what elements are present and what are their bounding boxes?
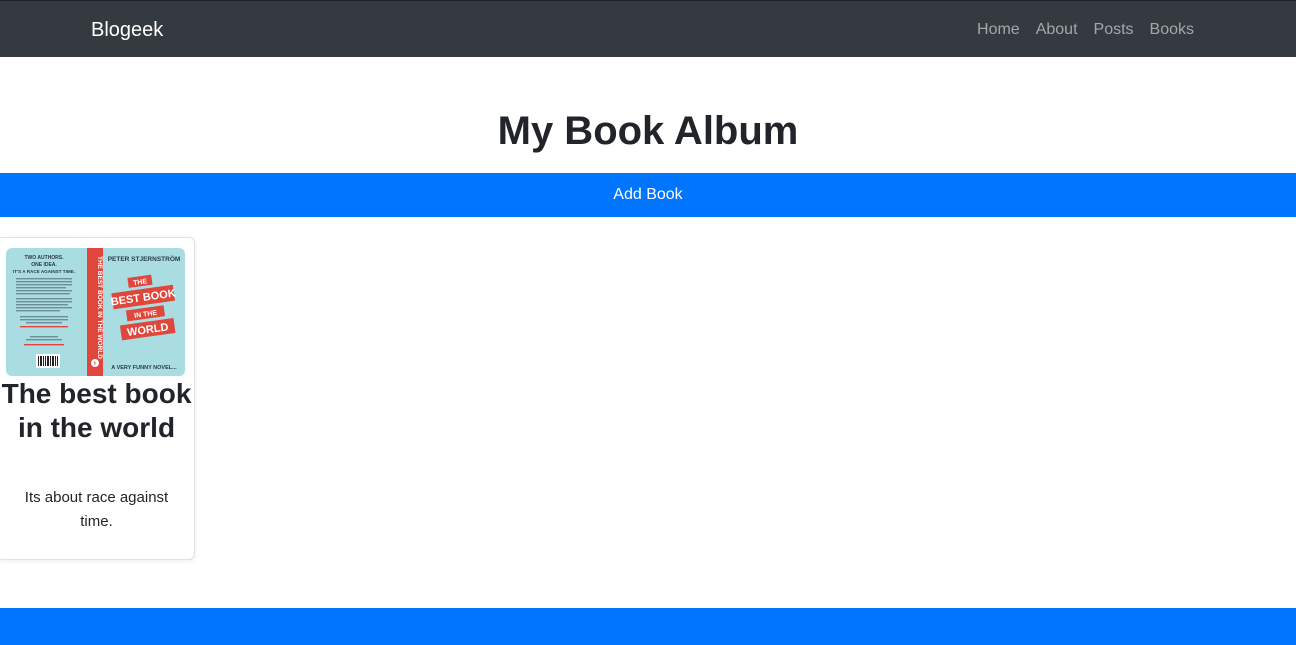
navbar: Blogeek Home About Posts Books bbox=[0, 0, 1296, 57]
add-book-button[interactable]: Add Book bbox=[0, 173, 1296, 217]
back-headline-3: IT'S A RACE AGAINST TIME. bbox=[13, 269, 75, 274]
nav-link-about[interactable]: About bbox=[1036, 19, 1078, 41]
back-headline-2: ONE IDEA. bbox=[31, 262, 57, 268]
svg-text:h: h bbox=[94, 361, 97, 367]
footer-bar bbox=[0, 608, 1296, 645]
book-title: The best book in the world bbox=[1, 378, 192, 443]
nav-links: Home About Posts Books bbox=[977, 19, 1194, 41]
book-card[interactable]: TWO AUTHORS. ONE IDEA. IT'S A RACE AGAIN… bbox=[0, 237, 195, 560]
nav-link-books[interactable]: Books bbox=[1150, 19, 1194, 41]
nav-link-posts[interactable]: Posts bbox=[1094, 19, 1134, 41]
cover-tagline: A VERY FUNNY NOVEL... bbox=[111, 365, 177, 371]
nav-link-home[interactable]: Home bbox=[977, 19, 1020, 41]
back-headline-1: TWO AUTHORS. bbox=[25, 255, 65, 261]
book-cover-image: TWO AUTHORS. ONE IDEA. IT'S A RACE AGAIN… bbox=[6, 248, 185, 376]
spine-title: THE BEST BOOK IN THE WORLD bbox=[96, 256, 103, 359]
book-description: Its about race against time. bbox=[24, 489, 169, 530]
brand-link[interactable]: Blogeek bbox=[91, 17, 163, 43]
page-title: My Book Album bbox=[497, 109, 799, 153]
cover-author: PETER STJERNSTRÖM bbox=[108, 254, 181, 263]
